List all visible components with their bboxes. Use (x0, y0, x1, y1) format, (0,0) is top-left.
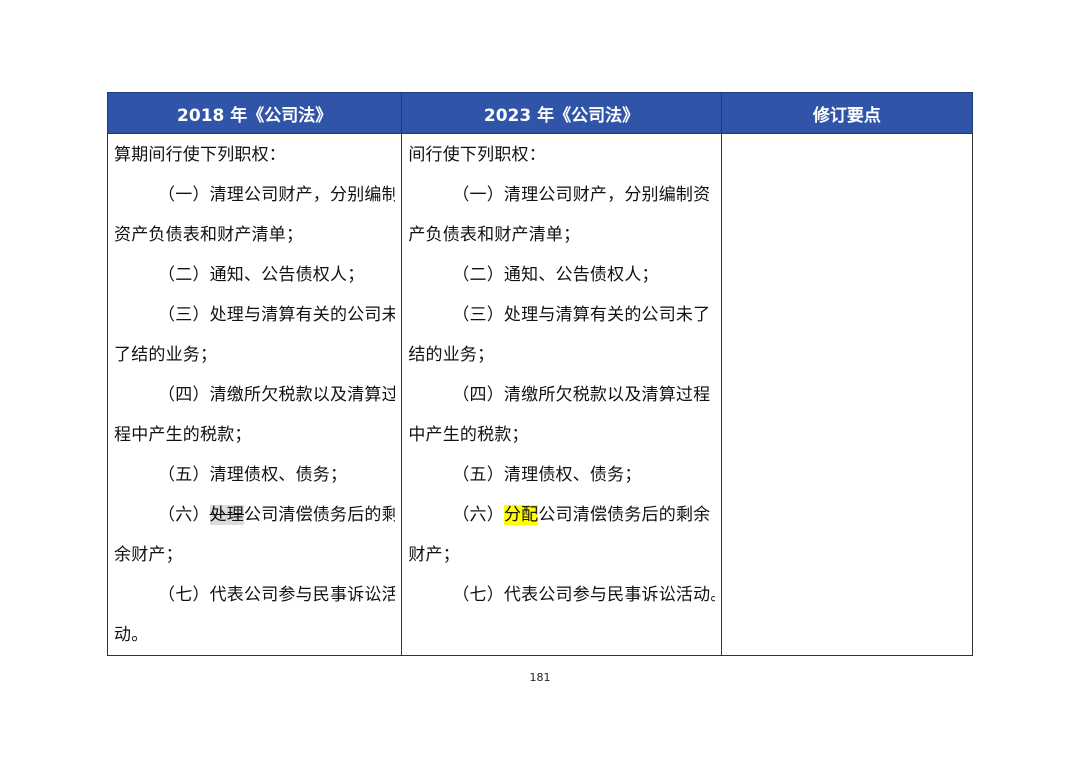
text-line: （二）通知、公告债权人； (452, 265, 659, 285)
text-segment: 公司清偿债务后的剩余 (538, 505, 711, 525)
text-line: （七）代表公司参与民事诉讼活动。 (452, 585, 715, 605)
header-2018-law: 2018 年《公司法》 (106, 92, 403, 134)
cell-2018-law: 算期间行使下列职权： （一）清理公司财产，分别编制 资产负债表和财产清单； （二… (106, 133, 403, 656)
comparison-table: 2018 年《公司法》 2023 年《公司法》 修订要点 算期间行使下列职权： … (106, 92, 974, 656)
table-header-row: 2018 年《公司法》 2023 年《公司法》 修订要点 (106, 92, 974, 134)
added-text-highlight: 分配 (503, 505, 539, 525)
text-line: 间行使下列职权： (408, 145, 546, 165)
text-line: 结的业务； (408, 345, 495, 365)
text-segment: （六） (158, 505, 210, 525)
text-line: （四）清缴所欠税款以及清算过 (158, 385, 396, 405)
text-line: （五）清理债权、债务； (158, 465, 348, 485)
text-line: （二）通知、公告债权人； (158, 265, 365, 285)
page-number: 181 (529, 671, 551, 684)
text-segment: 公司清偿债务后的剩 (244, 505, 396, 525)
text-line: 程中产生的税款； (114, 425, 252, 445)
text-line: （三）处理与清算有关的公司未 (158, 305, 396, 325)
text-line: 余财产； (114, 545, 183, 565)
text-line: 产负债表和财产清单； (408, 225, 581, 245)
text-line: 动。 (114, 625, 149, 645)
text-line: 了结的业务； (114, 345, 218, 365)
text-line: （六）分配公司清偿债务后的剩余 (408, 495, 714, 535)
text-line: 财产； (408, 545, 460, 565)
deleted-text: 处理 (209, 505, 245, 525)
text-line: （四）清缴所欠税款以及清算过程 (452, 385, 711, 405)
cell-2023-law: 间行使下列职权： （一）清理公司财产，分别编制资 产负债表和财产清单； （二）通… (401, 133, 722, 656)
cell-revision-points (720, 133, 974, 656)
text-line: 算期间行使下列职权： (114, 145, 286, 165)
text-line: （一）清理公司财产，分别编制资 (452, 185, 711, 205)
table-row: 算期间行使下列职权： （一）清理公司财产，分别编制 资产负债表和财产清单； （二… (106, 133, 974, 656)
text-line: （六）处理公司清偿债务后的剩 (114, 495, 395, 535)
text-segment: （六） (452, 505, 504, 525)
text-line: 中产生的税款； (408, 425, 529, 445)
text-line: （五）清理债权、债务； (452, 465, 642, 485)
header-revision-points: 修订要点 (720, 92, 974, 134)
text-line: （七）代表公司参与民事诉讼活 (158, 585, 396, 605)
text-line: （一）清理公司财产，分别编制 (158, 185, 396, 205)
header-2023-law: 2023 年《公司法》 (401, 92, 722, 134)
text-line: 资产负债表和财产清单； (114, 225, 304, 245)
text-line: （三）处理与清算有关的公司未了 (452, 305, 711, 325)
